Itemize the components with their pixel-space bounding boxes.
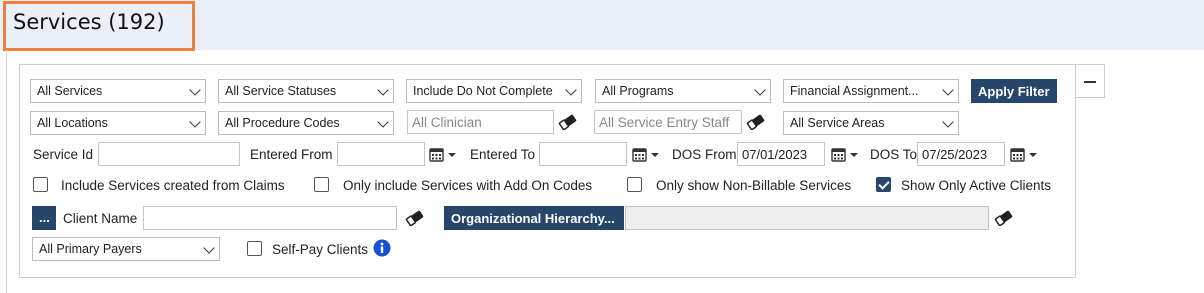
client-name-label: Client Name [63,211,138,226]
active-clients-label: Show Only Active Clients [901,178,1052,193]
service-areas-value: All Service Areas [790,116,885,130]
add-on-codes-checkbox[interactable] [314,177,329,192]
chevron-down-icon [754,84,766,96]
locations-select[interactable]: All Locations [30,111,206,135]
dos-to-input[interactable]: 07/25/2023 [917,142,1005,166]
do-not-complete-value: Include Do Not Complete [413,84,553,98]
non-billable-label: Only show Non-Billable Services [656,178,852,193]
locations-value: All Locations [37,116,108,130]
non-billable-checkbox[interactable] [627,177,642,192]
eraser-icon[interactable] [993,210,1015,226]
self-pay-label: Self-Pay Clients [272,242,369,257]
client-search-button[interactable]: ... [32,206,56,230]
financial-assignment-select[interactable]: Financial Assignment... [783,79,959,103]
entered-to-input[interactable] [539,142,627,166]
chevron-down-icon [189,84,201,96]
entered-from-label: Entered From [250,147,333,162]
self-pay-checkbox[interactable] [247,241,262,256]
chevron-down-icon [189,116,201,128]
procedure-codes-value: All Procedure Codes [225,116,340,130]
service-entry-staff-input[interactable]: All Service Entry Staff [594,110,742,134]
dos-from-label: DOS From [672,147,737,162]
calendar-icon[interactable] [831,147,861,163]
active-clients-checkbox[interactable] [876,177,891,192]
client-name-input[interactable] [143,206,397,230]
financial-assignment-value: Financial Assignment... [790,84,919,98]
primary-payers-select[interactable]: All Primary Payers [32,237,220,261]
add-on-codes-label: Only include Services with Add On Codes [343,178,593,193]
services-select[interactable]: All Services [30,79,206,103]
chevron-down-icon [942,116,954,128]
calendar-icon[interactable] [429,147,459,163]
dos-from-input[interactable]: 07/01/2023 [737,142,825,166]
chevron-down-icon [377,116,389,128]
procedure-codes-select[interactable]: All Procedure Codes [218,111,394,135]
do-not-complete-select[interactable]: Include Do Not Complete [406,79,582,103]
entered-from-input[interactable] [337,142,425,166]
calendar-icon[interactable] [632,147,662,163]
primary-payers-value: All Primary Payers [39,242,142,256]
chevron-down-icon [565,84,577,96]
services-select-value: All Services [37,84,103,98]
chevron-down-icon [377,84,389,96]
clinician-input[interactable]: All Clinician [407,110,554,134]
eraser-icon[interactable] [404,210,426,226]
apply-filter-button[interactable]: Apply Filter [971,79,1057,103]
service-statuses-select[interactable]: All Service Statuses [218,79,394,103]
chevron-down-icon [203,242,215,254]
programs-value: All Programs [602,84,674,98]
include-claims-label: Include Services created from Claims [61,178,285,193]
service-id-label: Service Id [33,147,94,162]
eraser-icon[interactable] [557,114,579,130]
left-divider [6,50,7,293]
programs-select[interactable]: All Programs [595,79,771,103]
info-icon[interactable] [373,239,391,257]
chevron-down-icon [942,84,954,96]
eraser-icon[interactable] [745,114,767,130]
dos-to-label: DOS To [870,147,918,162]
include-claims-checkbox[interactable] [33,177,48,192]
service-id-input[interactable] [98,142,240,166]
organizational-hierarchy-button[interactable]: Organizational Hierarchy... [444,206,624,230]
service-areas-select[interactable]: All Service Areas [783,111,959,135]
service-statuses-value: All Service Statuses [225,84,337,98]
entered-to-label: Entered To [470,147,536,162]
page-title: Services (192) [3,1,195,51]
calendar-icon[interactable] [1010,147,1040,163]
organizational-hierarchy-field [625,206,989,230]
collapse-panel-button[interactable] [1076,64,1105,98]
